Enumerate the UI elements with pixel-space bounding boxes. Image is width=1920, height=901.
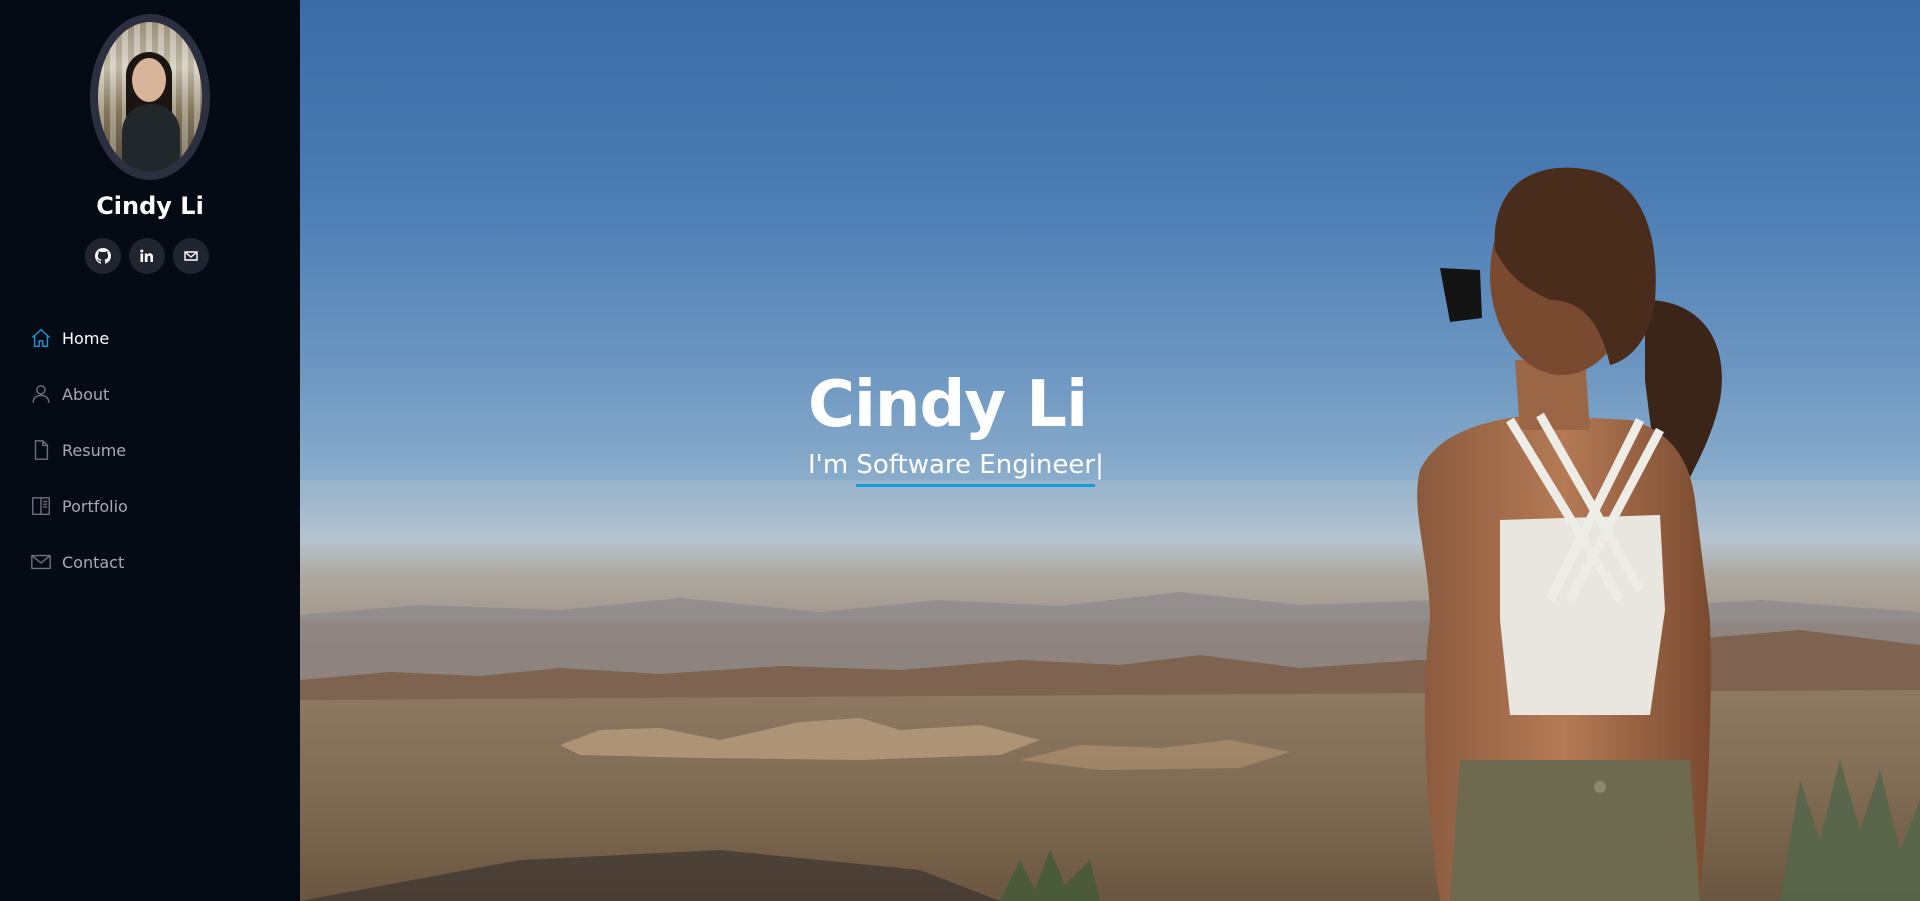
envelope-icon <box>30 551 52 573</box>
nav-label-about: About <box>62 384 110 404</box>
social-links <box>85 238 209 274</box>
nav-item-about[interactable]: About <box>30 366 128 422</box>
person-icon <box>30 383 52 405</box>
profile-photo <box>98 22 202 172</box>
profile-name: Cindy Li <box>96 192 204 220</box>
sidebar: Cindy Li Home About Resume Portfolio Con… <box>0 0 300 901</box>
nav-label-portfolio: Portfolio <box>62 496 128 516</box>
hero-subtitle: I'm Software Engineer| <box>808 450 1104 487</box>
linkedin-link[interactable] <box>129 238 165 274</box>
nav-label-home: Home <box>62 328 110 348</box>
app: Cindy Li Home About Resume Portfolio Con… <box>0 0 1920 901</box>
typed-cursor: | <box>1095 450 1104 480</box>
nav-item-home[interactable]: Home <box>30 310 128 366</box>
home-icon <box>30 327 52 349</box>
email-icon <box>184 251 198 261</box>
hero-subtitle-prefix: I'm <box>808 450 857 480</box>
github-icon <box>95 248 111 264</box>
nav-item-resume[interactable]: Resume <box>30 422 128 478</box>
hero-typed-text: Software Engineer <box>856 450 1096 487</box>
nav-label-resume: Resume <box>62 440 127 460</box>
linkedin-icon <box>140 249 153 262</box>
nav-item-contact[interactable]: Contact <box>30 534 128 590</box>
hero-section: Cindy Li I'm Software Engineer| <box>300 0 1920 901</box>
hero-background-photo <box>300 167 1920 901</box>
book-icon <box>30 495 52 517</box>
avatar <box>90 14 210 180</box>
nav-label-contact: Contact <box>62 552 125 572</box>
nav-item-portfolio[interactable]: Portfolio <box>30 478 128 534</box>
hero-person <box>1417 167 1722 901</box>
file-icon <box>30 439 52 461</box>
github-link[interactable] <box>85 238 121 274</box>
hero-text: Cindy Li I'm Software Engineer| <box>808 366 1104 487</box>
email-link[interactable] <box>173 238 209 274</box>
hero-title: Cindy Li <box>808 368 1088 442</box>
nav-menu: Home About Resume Portfolio Contact <box>30 310 128 590</box>
